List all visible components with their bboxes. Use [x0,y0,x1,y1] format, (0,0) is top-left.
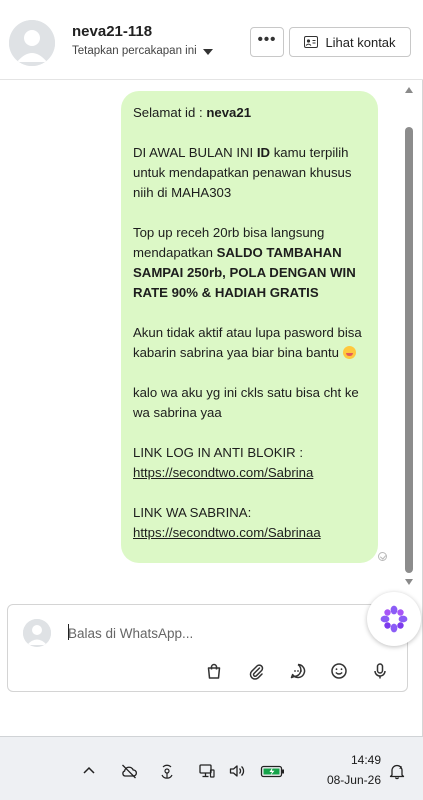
battery-charging-icon[interactable] [260,762,286,780]
offer-text-a: DI AWAL BULAN INI [133,145,257,160]
chat-scrollbar[interactable] [401,81,417,593]
whatsapp-link[interactable]: https://secondtwo.com/Sabrinaa [133,525,321,540]
more-options-button[interactable]: ••• [250,27,284,57]
link1-label: LINK LOG IN ANTI BLOKIR : [133,445,304,460]
taskbar-clock[interactable]: 14:49 08-Jun-26 [325,750,381,790]
message-bubble: Selamat id : neva21 DI AWAL BULAN INI ID… [121,91,378,563]
scrollbar-thumb[interactable] [405,127,413,573]
scroll-down-arrow-icon[interactable] [405,579,413,585]
clock-time: 14:49 [350,753,381,767]
quick-reply-icon[interactable] [288,661,308,681]
contact-card-icon [304,36,319,48]
link2-label: LINK WA SABRINA: [133,505,252,520]
message-list: Selamat id : neva21 DI AWAL BULAN INI ID… [0,81,400,593]
svg-text:z: z [399,765,402,771]
chevron-up-icon[interactable] [80,762,98,780]
scroll-up-arrow-icon[interactable] [405,87,413,93]
user-avatar [23,619,51,647]
view-contact-button[interactable]: Lihat kontak [289,27,411,57]
greeting-text: Selamat id : [133,105,207,120]
offer-text-bold: ID [256,145,271,160]
contact-avatar[interactable] [9,20,55,66]
contact-name[interactable]: neva21-118 [72,23,152,40]
hotspot-icon[interactable] [158,762,176,780]
person-icon [23,619,51,647]
sad-face-emoji-icon [342,346,356,359]
reply-box [7,604,408,692]
shopping-bag-icon[interactable] [204,661,224,681]
message-paragraph-link1: LINK LOG IN ANTI BLOKIR : https://secondt… [133,443,368,483]
ai-sparkle-icon [380,605,408,633]
cloud-off-icon[interactable] [120,762,138,780]
message-status-icon [378,552,387,561]
network-icon[interactable] [198,762,216,780]
clock-date: 08-Jun-26 [326,773,381,787]
chat-header: neva21-118 Tetapkan percakapan ini ••• L… [0,0,423,80]
volume-icon[interactable] [228,762,246,780]
meta-ai-button[interactable] [367,592,421,646]
pin-conversation-dropdown[interactable]: Tetapkan percakapan ini [72,45,213,57]
support-text: Akun tidak aktif atau lupa pasword bisa … [133,325,362,360]
login-link[interactable]: https://secondtwo.com/Sabrina [133,465,313,480]
message-paragraph-contact: kalo wa aku yg ini ckls satu bisa cht ke… [133,385,359,420]
view-contact-label: Lihat kontak [325,34,396,50]
pin-conversation-label: Tetapkan percakapan ini [72,45,197,57]
attachment-icon[interactable] [246,661,266,681]
windows-taskbar: 14:49 08-Jun-26 z [0,736,423,800]
microphone-icon[interactable] [370,661,390,681]
whatsapp-chat-window: neva21-118 Tetapkan percakapan ini ••• L… [0,0,423,736]
reply-input[interactable] [68,622,348,644]
person-icon [9,20,55,66]
message-paragraph-topup: Top up receh 20rb bisa langsung mendapat… [133,223,368,303]
greeting-name: neva21 [206,105,252,120]
message-paragraph-link2: LINK WA SABRINA: https://secondtwo.com/Sa… [133,503,368,543]
message-greeting: Selamat id : neva21 [133,103,368,123]
notification-do-not-disturb-icon[interactable]: z [388,762,406,780]
text-cursor [68,624,69,640]
caret-down-icon [202,48,213,55]
emoji-icon[interactable] [329,661,349,681]
message-paragraph-support: Akun tidak aktif atau lupa pasword bisa … [133,323,368,363]
message-paragraph-offer: DI AWAL BULAN INI ID kamu terpilih untuk… [133,143,368,203]
